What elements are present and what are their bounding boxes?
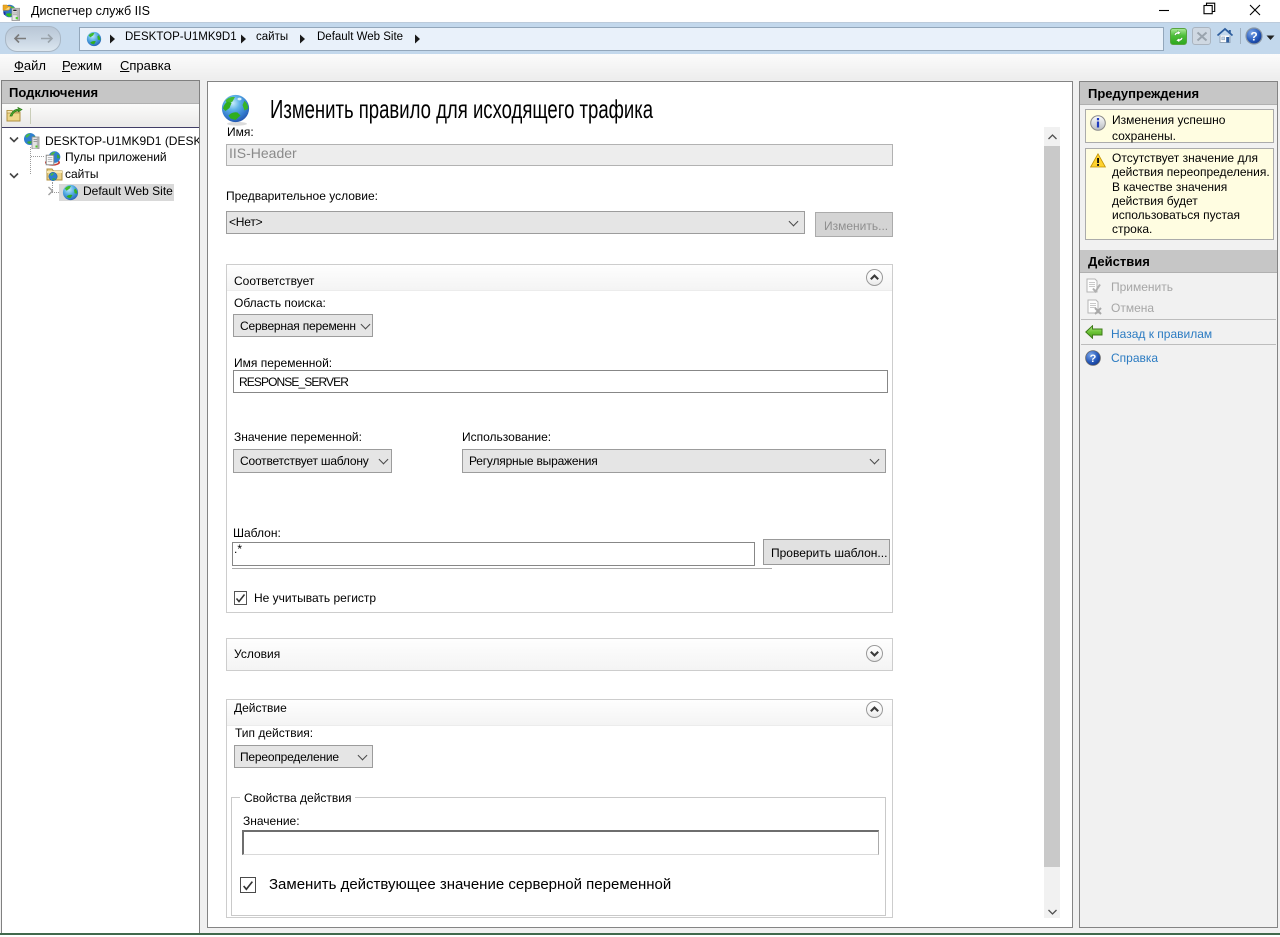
svg-text:?: ? bbox=[1250, 30, 1257, 44]
svg-text:?: ? bbox=[1090, 353, 1097, 365]
